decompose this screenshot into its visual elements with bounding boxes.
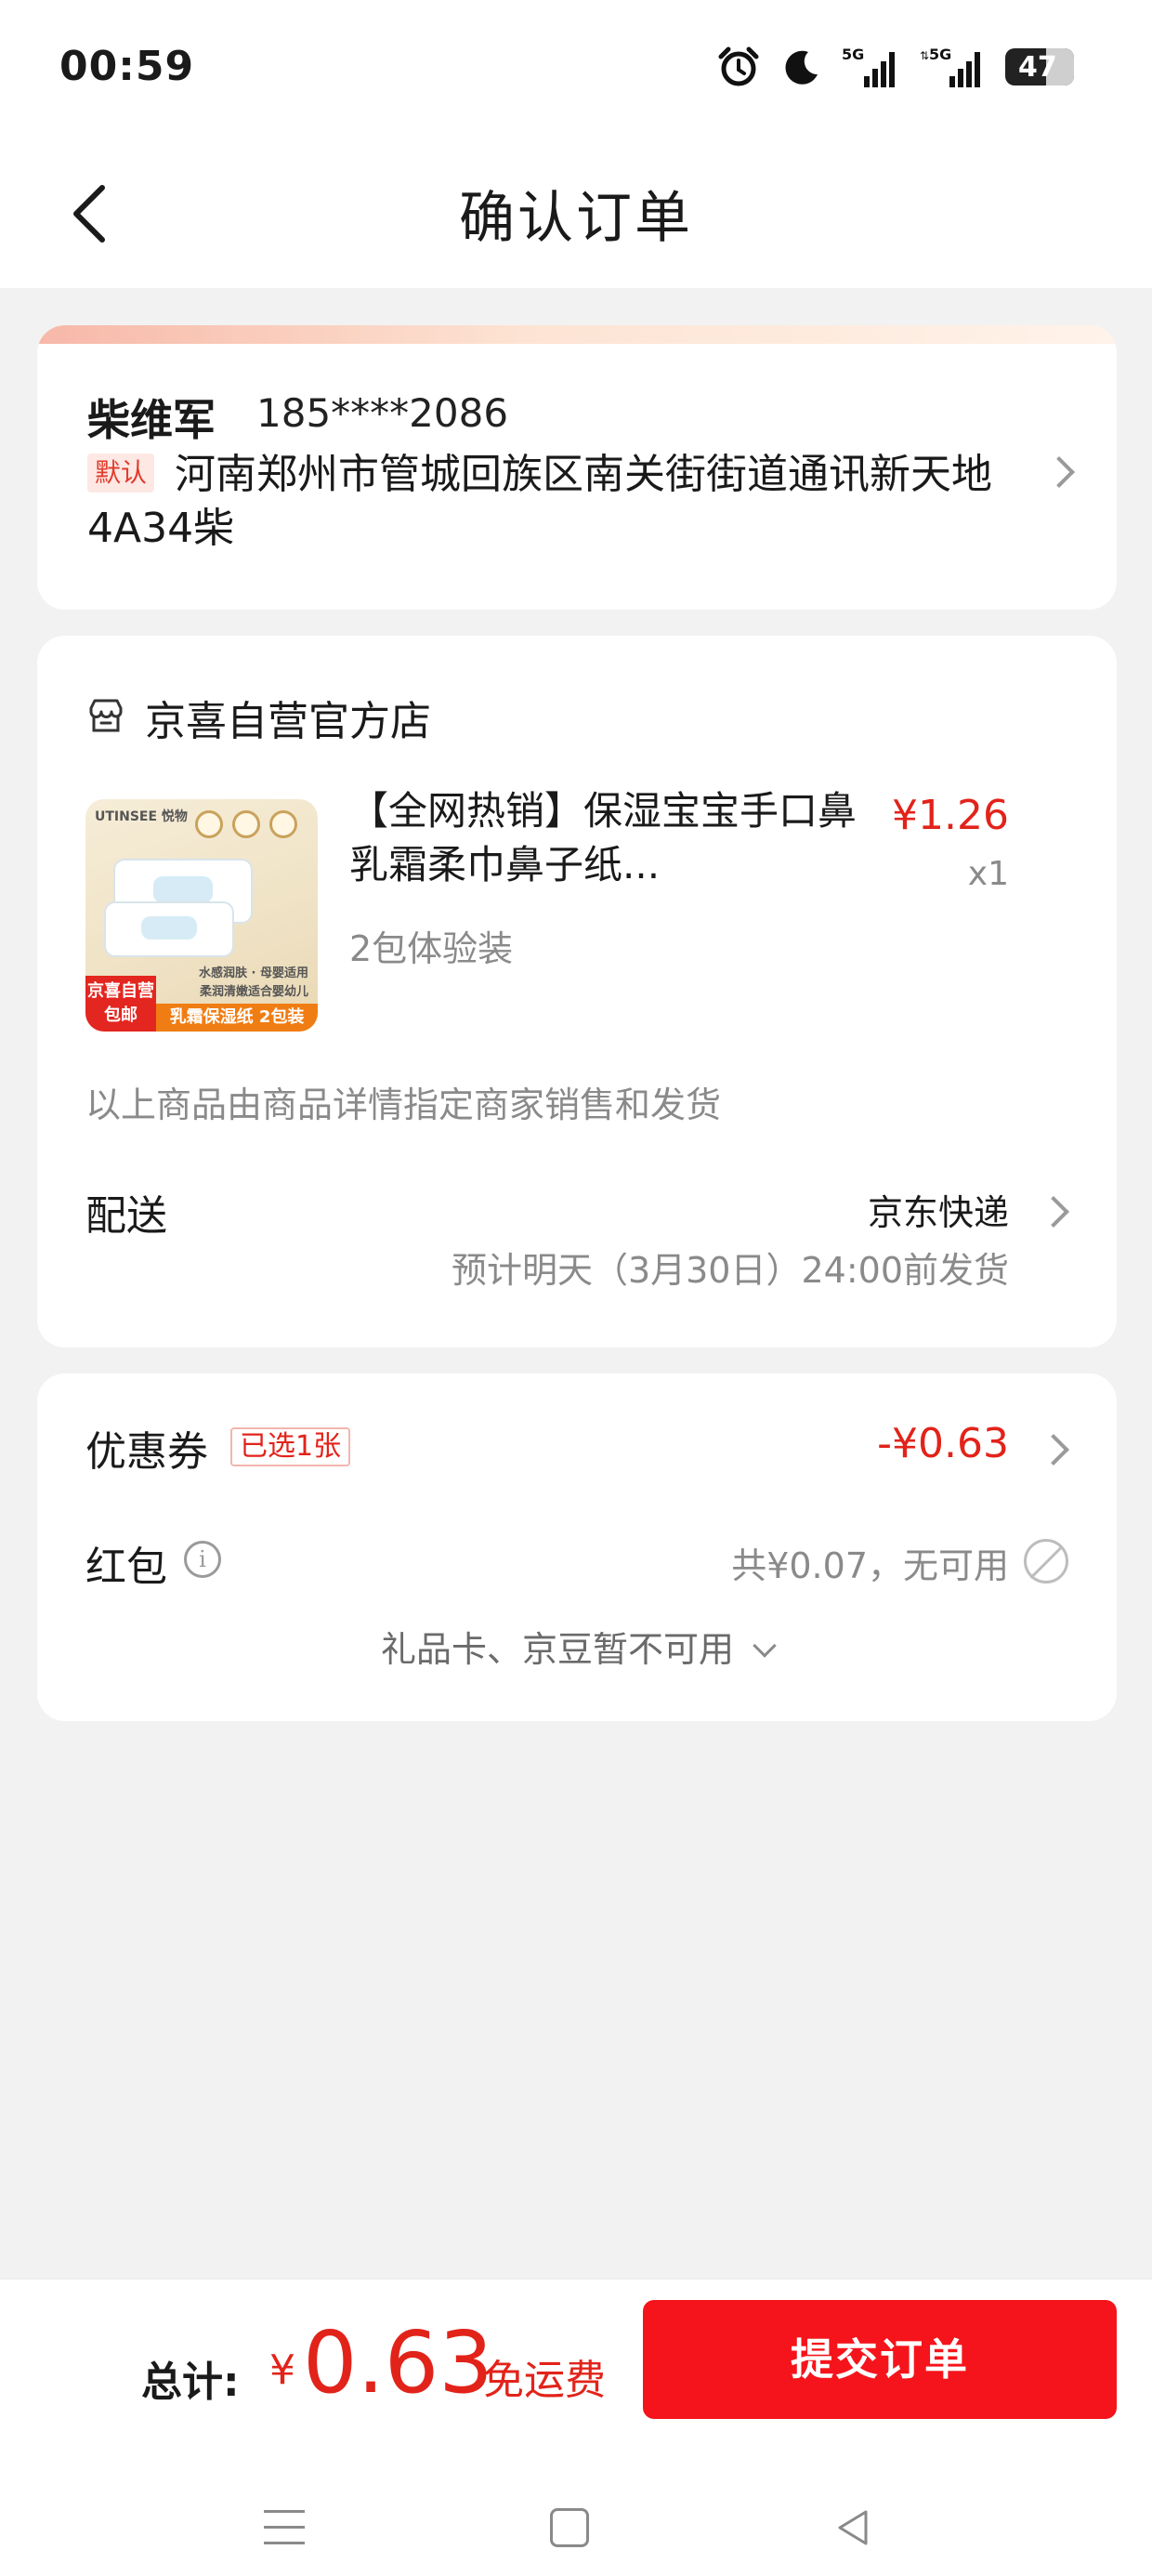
shipping-method: 京东快递 [867, 1192, 1009, 1233]
discount-card: 优惠券 已选1张 -¥0.63 红包 i 共¥0.07，无可用 礼品卡、京豆暂不… [37, 1373, 1117, 1721]
nav-bar: 确认订单 [0, 139, 1152, 288]
page-title: 确认订单 [459, 186, 693, 251]
product-price: ¥1.26 [892, 792, 1009, 839]
product-image[interactable]: UTINSEE 悦物 水感润肤 · 母婴适用 柔润清嫩适合婴幼儿 京喜自营 包邮… [85, 799, 318, 1032]
total-label: 总计: [141, 2359, 240, 2406]
product-image-caption: 水感润肤 · 母婴适用 [199, 966, 308, 980]
store-icon [89, 699, 123, 732]
product-title[interactable]: 【全网热销】保湿宝宝手口鼻乳霜柔巾鼻子纸... [349, 784, 870, 892]
address-card[interactable]: 柴维军 185****2086 河南郑州市管城回族区南关街街道通讯新天地4A34… [37, 325, 1117, 610]
status-bar: 00:59 5G ⇅ 5G 47 [0, 0, 1152, 139]
feature-icon [269, 810, 297, 838]
home-icon[interactable] [550, 2508, 589, 2547]
signal-5g-icon-2: ⇅ 5G [920, 46, 980, 87]
svg-text:⇅: ⇅ [920, 49, 929, 62]
svg-text:5G: 5G [929, 46, 951, 63]
moon-icon [785, 50, 818, 85]
alarm-icon [718, 46, 759, 86]
coupon-label: 优惠券 [85, 1428, 208, 1476]
battery-level: 47 [1018, 50, 1057, 84]
info-icon[interactable]: i [184, 1541, 221, 1578]
total-amount: 0.63 [303, 2313, 493, 2412]
menu-icon[interactable] [264, 2510, 305, 2547]
product-quantity: x1 [967, 855, 1009, 893]
recipient-phone: 185****2086 [256, 390, 509, 436]
tissue-pack-illustration [104, 901, 234, 957]
shipping-eta: 预计明天（3月30日）24:00前发货 [451, 1250, 1009, 1291]
order-card: 京喜自营官方店 UTINSEE 悦物 水感润肤 · 母婴适用 柔润清嫩适合婴幼儿… [37, 636, 1117, 1347]
badge-line: 包邮 [104, 1005, 137, 1025]
default-address-badge: 默认 [87, 453, 154, 493]
submit-order-button[interactable]: 提交订单 [643, 2300, 1117, 2419]
gift-card-note: 礼品卡、京豆暂不可用 [380, 1629, 734, 1670]
chevron-right-icon [1043, 456, 1075, 488]
chevron-right-icon [1038, 1434, 1069, 1465]
recipient-name: 柴维军 [87, 395, 216, 445]
coupon-selected-badge: 已选1张 [230, 1427, 351, 1466]
currency-symbol: ¥ [269, 2346, 295, 2394]
product-spec: 2包体验装 [349, 928, 514, 969]
seller-note: 以上商品由商品详情指定商家销售和发货 [85, 1084, 722, 1125]
status-icons: 5G ⇅ 5G 47 [717, 43, 1074, 91]
feature-icon [232, 810, 260, 838]
red-packet-label: 红包 [85, 1544, 167, 1591]
checkout-bar: 总计: ¥ 0.63 免运费 提交订单 [0, 2279, 1152, 2576]
shipping-label: 配送 [85, 1192, 167, 1240]
signal-5g-icon: 5G [842, 46, 895, 87]
chevron-down-icon [753, 1634, 777, 1658]
battery-icon: 47 [1005, 48, 1074, 85]
status-time: 00:59 [59, 43, 195, 90]
product-image-brand: UTINSEE 悦物 [95, 809, 188, 824]
product-image-caption: 柔润清嫩适合婴幼儿 [199, 985, 308, 999]
system-nav-bar [0, 2493, 1152, 2568]
address-detail: 河南郑州市管城回族区南关街街道通讯新天地4A34柴 [87, 451, 992, 552]
gift-card-toggle[interactable]: 礼品卡、京豆暂不可用 [37, 1621, 1117, 1672]
feature-icon [195, 810, 223, 838]
free-shipping-label: 免运费 [483, 2357, 606, 2404]
back-triangle-icon[interactable] [832, 2506, 875, 2549]
badge-line: 京喜自营 [87, 981, 154, 1001]
chevron-right-icon [1038, 1196, 1069, 1228]
svg-text:5G: 5G [842, 46, 864, 63]
store-name[interactable]: 京喜自营官方店 [145, 688, 431, 747]
coupon-value: -¥0.63 [877, 1420, 1009, 1467]
red-packet-value: 共¥0.07，无可用 [731, 1545, 1009, 1586]
unavailable-icon [1024, 1539, 1068, 1584]
self-operated-badge: 京喜自营 包邮 [85, 976, 156, 1032]
product-image-banner: 乳霜保湿纸 2包装 [156, 1004, 318, 1032]
